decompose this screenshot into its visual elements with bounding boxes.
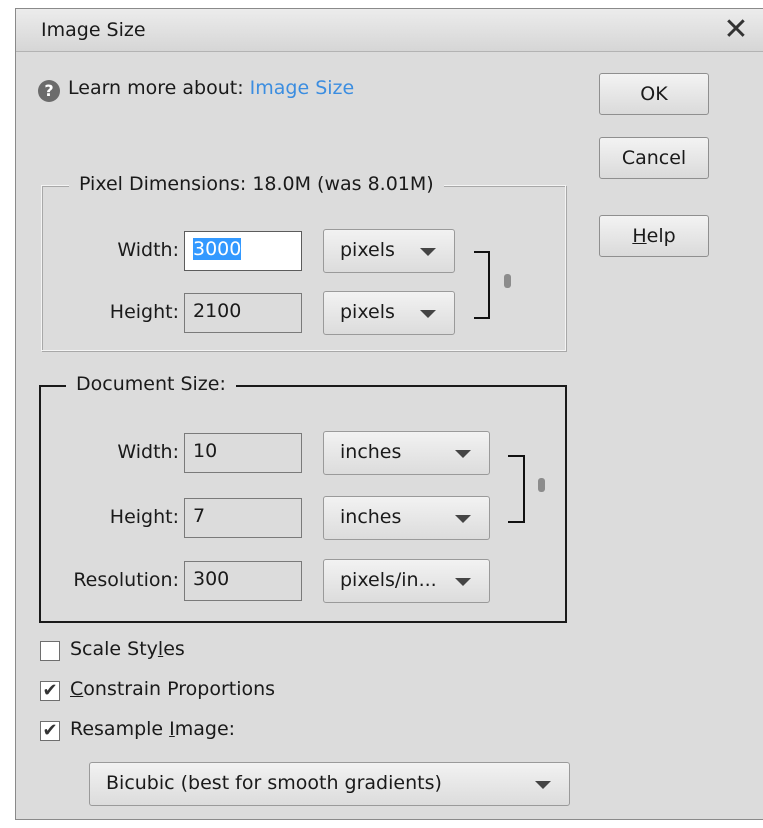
doc-height-value: 7 xyxy=(193,505,206,527)
image-size-dialog: Image Size ✕ ? Learn more about: Image S… xyxy=(15,8,763,820)
chain-link-icon[interactable] xyxy=(538,478,545,492)
chain-link-icon[interactable] xyxy=(504,274,511,288)
doc-height-label: Height: xyxy=(109,506,179,528)
constrain-proportions-checkbox[interactable]: ✔ xyxy=(40,681,60,701)
help-mnemonic: H xyxy=(632,225,647,247)
resample-label-pre: Resample xyxy=(70,718,170,740)
resolution-unit-value: pixels/in... xyxy=(340,569,437,591)
pixel-link-bracket xyxy=(474,251,490,319)
scale-styles-label-pre: Scale Sty xyxy=(70,638,158,660)
resolution-unit-select[interactable]: pixels/in... xyxy=(323,559,490,603)
scale-styles-label-post: es xyxy=(163,638,185,660)
scale-styles-label[interactable]: Scale Styles xyxy=(70,638,185,660)
resolution-value: 300 xyxy=(193,568,230,590)
chevron-down-icon xyxy=(455,578,471,586)
pixel-height-unit-select[interactable]: pixels xyxy=(323,291,455,335)
doc-width-unit-value: inches xyxy=(340,441,402,463)
pixel-height-label: Height: xyxy=(109,301,179,323)
check-icon: ✔ xyxy=(42,680,58,701)
resample-method-value: Bicubic (best for smooth gradients) xyxy=(106,772,442,794)
scale-styles-checkbox[interactable] xyxy=(40,641,60,661)
ok-button[interactable]: OK xyxy=(599,73,709,115)
resample-image-checkbox[interactable]: ✔ xyxy=(40,721,60,741)
help-circle-icon: ? xyxy=(38,80,60,102)
title-bar[interactable]: Image Size ✕ xyxy=(16,9,763,52)
doc-height-unit-select[interactable]: inches xyxy=(323,496,490,540)
pixel-height-input[interactable]: 2100 xyxy=(184,293,302,333)
resolution-label: Resolution: xyxy=(73,569,179,591)
chevron-down-icon xyxy=(420,248,436,256)
pixel-height-unit-value: pixels xyxy=(340,301,395,323)
learn-more-row: Learn more about: Image Size xyxy=(68,77,354,99)
constrain-label-post: onstrain Proportions xyxy=(83,678,276,700)
cancel-button[interactable]: Cancel xyxy=(599,137,709,179)
pixel-width-unit-value: pixels xyxy=(340,239,395,261)
close-icon[interactable]: ✕ xyxy=(716,11,756,49)
learn-more-label: Learn more about: xyxy=(68,77,250,99)
resample-method-select[interactable]: Bicubic (best for smooth gradients) xyxy=(89,762,570,806)
dialog-title: Image Size xyxy=(41,19,146,41)
chevron-down-icon xyxy=(455,515,471,523)
resample-image-label[interactable]: Resample Image: xyxy=(70,718,235,740)
chevron-down-icon xyxy=(535,781,551,789)
help-button[interactable]: Help xyxy=(599,215,709,257)
chevron-down-icon xyxy=(455,450,471,458)
pixel-dimensions-legend: Pixel Dimensions: 18.0M (was 8.01M) xyxy=(69,173,444,195)
pixel-height-value: 2100 xyxy=(193,300,242,322)
constrain-mnemonic: C xyxy=(70,678,84,700)
resample-label-post: mage: xyxy=(174,718,236,740)
pixel-width-label: Width: xyxy=(117,239,179,261)
image-size-link[interactable]: Image Size xyxy=(250,77,355,99)
doc-height-input[interactable]: 7 xyxy=(184,498,302,538)
check-icon: ✔ xyxy=(42,720,58,741)
resolution-input[interactable]: 300 xyxy=(184,561,302,601)
doc-width-value: 10 xyxy=(193,440,218,462)
constrain-proportions-label[interactable]: Constrain Proportions xyxy=(70,678,275,700)
document-link-bracket xyxy=(508,455,525,523)
doc-width-unit-select[interactable]: inches xyxy=(323,431,490,475)
pixel-width-input[interactable]: 3000 xyxy=(184,231,302,271)
chevron-down-icon xyxy=(420,310,436,318)
pixel-width-value: 3000 xyxy=(193,238,242,260)
doc-height-unit-value: inches xyxy=(340,506,402,528)
doc-width-label: Width: xyxy=(117,441,179,463)
doc-width-input[interactable]: 10 xyxy=(184,433,302,473)
help-label-rest: elp xyxy=(646,225,676,247)
document-size-legend: Document Size: xyxy=(66,373,236,395)
pixel-width-unit-select[interactable]: pixels xyxy=(323,229,455,273)
